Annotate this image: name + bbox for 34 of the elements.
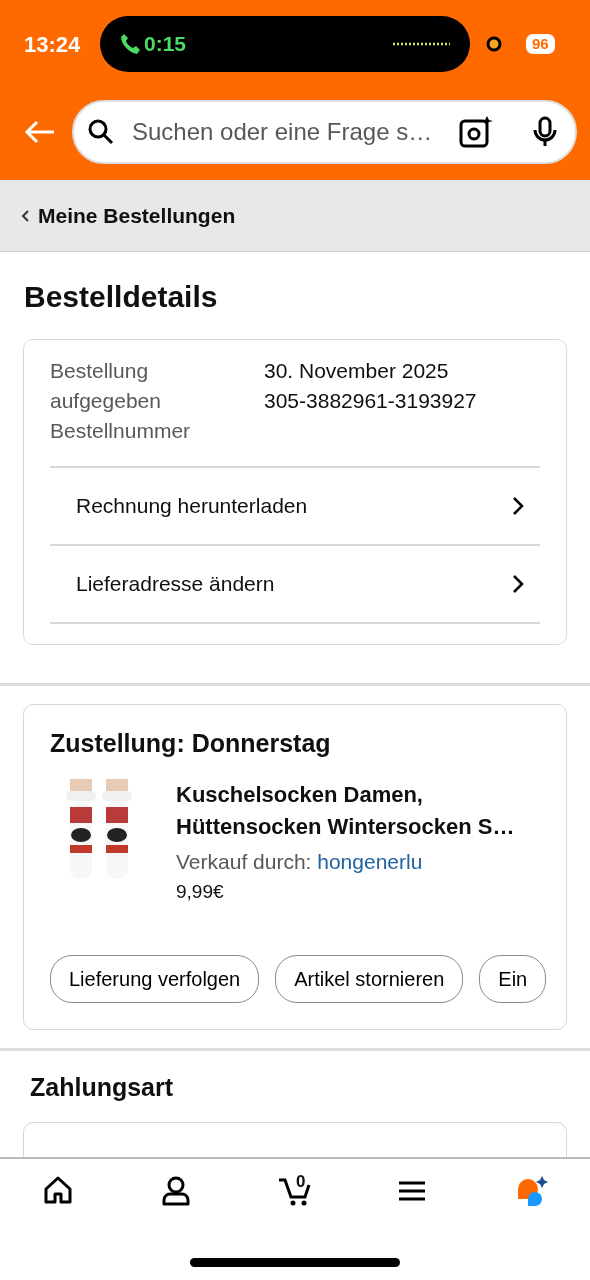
field-value: 30. November 2025 (264, 358, 450, 384)
search-input[interactable]: Suchen oder eine Frage s… (130, 113, 451, 151)
page-title: Bestelldetails (24, 279, 219, 315)
product-title[interactable]: Kuschelsocken Damen, Hüttensocken Wintersocken S… (176, 778, 540, 843)
status-time: 13:24 (24, 30, 82, 59)
camera-icon[interactable] (459, 115, 493, 149)
call-indicator[interactable]: 0:15 (100, 16, 470, 72)
action-button[interactable]: Artikel stornieren (275, 954, 464, 1003)
battery-level: 96 (526, 34, 555, 54)
section-title: Zahlungsart (30, 1071, 175, 1103)
audio-wave-icon (392, 42, 450, 46)
seller-label: Verkauf durch: (176, 849, 312, 873)
seller-link[interactable]: hongenerlu (317, 849, 423, 873)
cart-count: 0 (296, 1171, 306, 1193)
action-button[interactable]: Ein (479, 954, 547, 1003)
chevron-left-icon (20, 208, 30, 223)
search-field[interactable]: Suchen oder eine Frage s… (72, 100, 577, 164)
microphone-icon[interactable] (533, 116, 557, 148)
delivery-title: Zustellung: Donnerstag (50, 728, 332, 759)
chevron-right-icon (512, 496, 524, 516)
field-value: 305-3882961-3193927 (264, 388, 477, 414)
call-timer: 0:15 (144, 31, 187, 58)
field-label: Bestellung aufgegeben (50, 358, 162, 414)
back-arrow-icon[interactable] (24, 120, 56, 144)
recording-dot-icon (486, 36, 502, 52)
breadcrumb-link[interactable]: Meine Bestellungen (0, 180, 590, 252)
phone-icon (120, 33, 140, 55)
menu-link[interactable]: Lieferadresse ändern (50, 544, 540, 622)
menu-link[interactable]: Rechnung herunterladen (50, 466, 540, 544)
search-icon (88, 119, 114, 145)
price: 9,99€ (176, 879, 225, 904)
action-button[interactable]: Lieferung verfolgen (50, 954, 260, 1003)
chevron-right-icon (512, 574, 524, 594)
field-label: Bestellnummer (50, 418, 192, 444)
